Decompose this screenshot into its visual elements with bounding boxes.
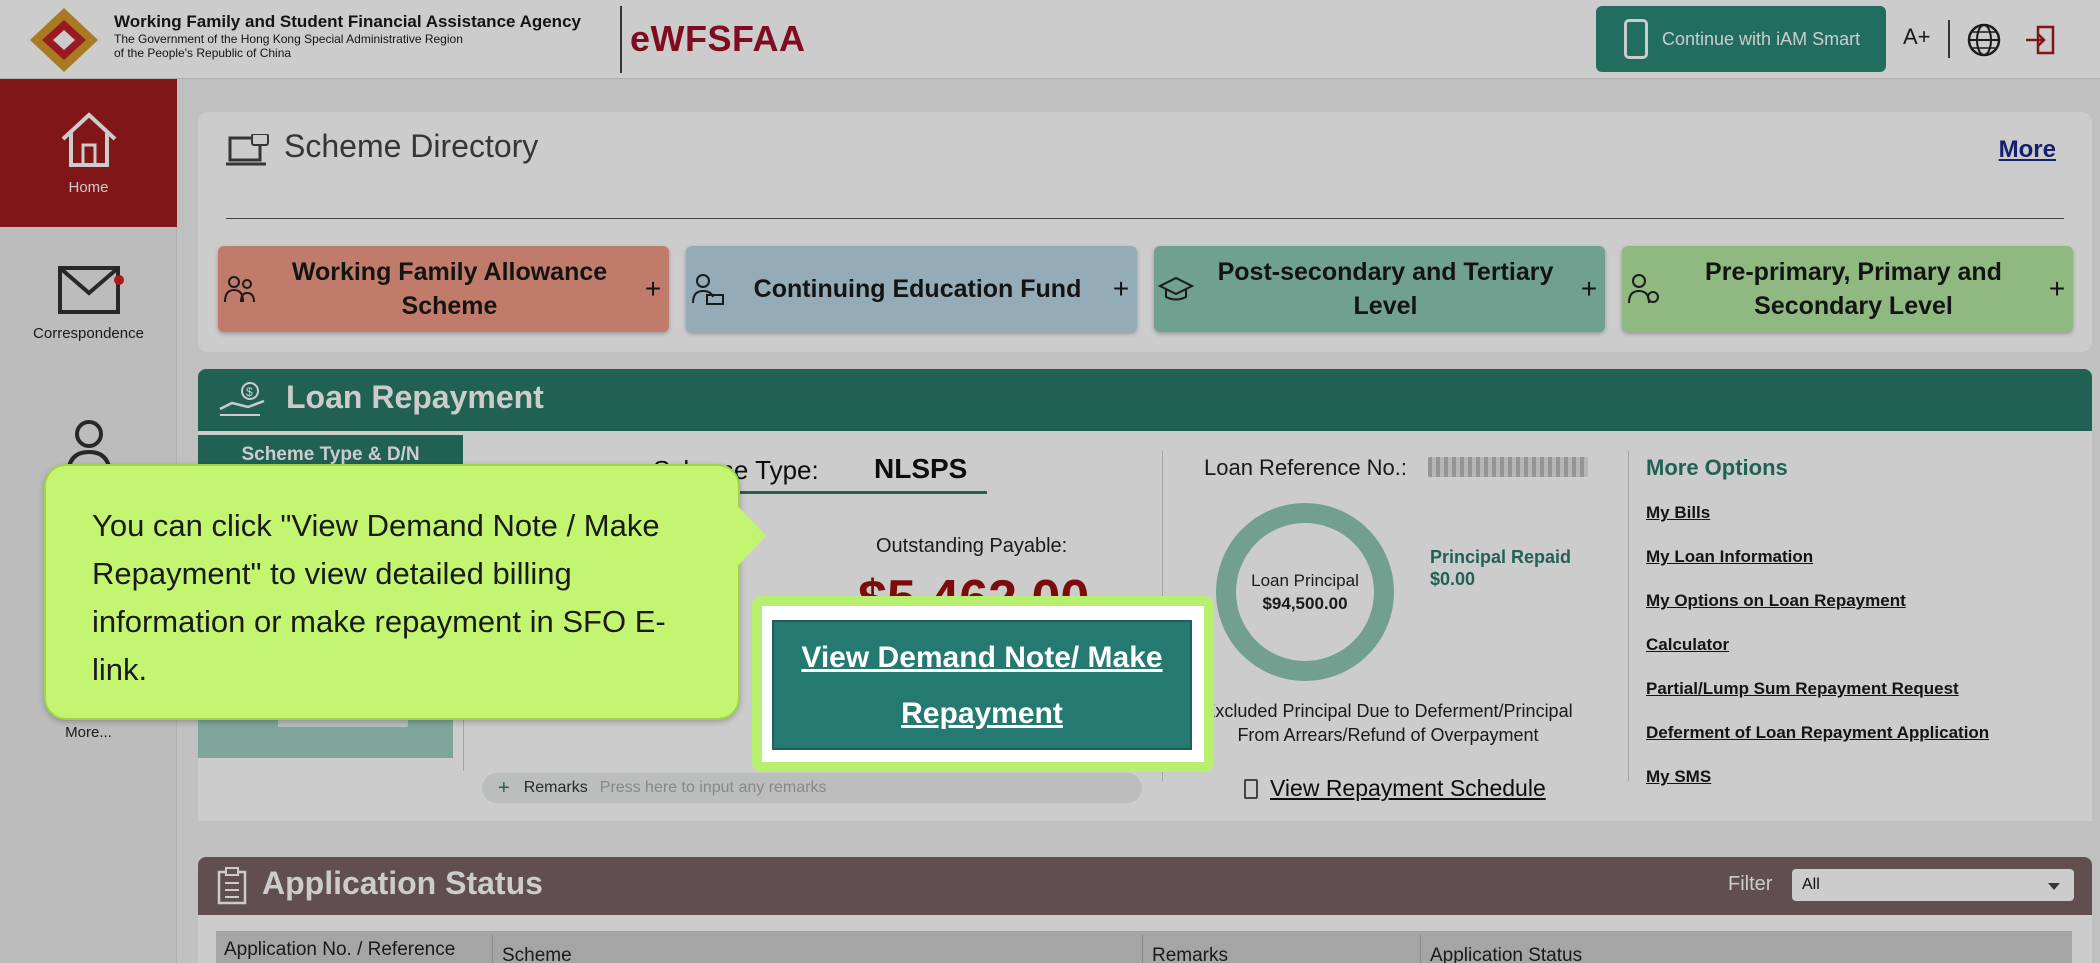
tutorial-callout: You can click "View Demand Note / Make R… [44,464,740,720]
view-demand-note-button[interactable]: View Demand Note/ Make Repayment [772,620,1192,750]
callout-tail [732,500,766,572]
